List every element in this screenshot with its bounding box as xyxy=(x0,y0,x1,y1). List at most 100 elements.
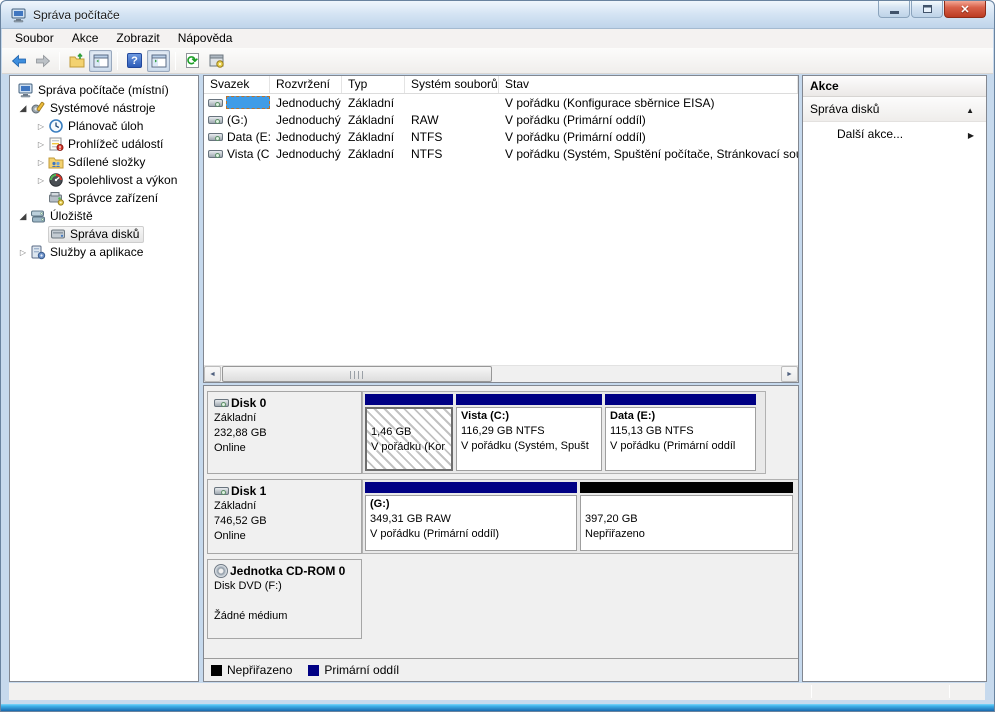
volume-row-data-e[interactable]: Data (E:) Jednoduchý Základní NTFS V poř… xyxy=(204,128,798,145)
disk1-header[interactable]: Disk 1 Základní 746,52 GB Online xyxy=(207,479,362,554)
minimize-icon xyxy=(890,11,899,14)
back-button[interactable] xyxy=(7,50,30,72)
tree-item-spolehlivost-a-vykon[interactable]: ▷ Spolehlivost a výkon xyxy=(10,171,198,189)
disk-icon xyxy=(214,399,229,407)
partition-disk1-unallocated[interactable]: 397,20 GB Nepřiřazeno xyxy=(580,482,793,551)
partition-type-bar xyxy=(365,482,577,493)
column-header-system-souboru[interactable]: Systém souborů xyxy=(405,76,499,93)
partition-disk0-data-e[interactable]: Data (E:) 115,13 GB NTFS V pořádku (Prim… xyxy=(605,394,756,471)
actions-more-item[interactable]: Další akce... ▶ xyxy=(803,122,986,147)
system-tools-icon xyxy=(30,100,48,116)
legend-unallocated: Nepřiřazeno xyxy=(211,663,292,677)
partition-disk0-reserved[interactable]: 1,46 GB V pořádku (Kor xyxy=(365,394,453,471)
expander-expanded-icon[interactable]: ◢ xyxy=(16,103,30,114)
tree-item-prohlizec-udalosti[interactable]: ▷ Prohlížeč událostí xyxy=(10,135,198,153)
volume-icon xyxy=(208,116,223,124)
expander-collapsed-icon[interactable]: ▷ xyxy=(34,176,48,185)
up-folder-button[interactable] xyxy=(65,50,88,72)
forward-icon xyxy=(35,53,51,69)
tree-item-systemove-nastroje[interactable]: ◢ Systémové nástroje xyxy=(10,99,198,117)
partition-disk1-g[interactable]: (G:) 349,31 GB RAW V pořádku (Primární o… xyxy=(365,482,577,551)
partition-disk0-vista-c[interactable]: Vista (C:) 116,29 GB NTFS V pořádku (Sys… xyxy=(456,394,602,471)
volume-row-g[interactable]: (G:) Jednoduchý Základní RAW V pořádku (… xyxy=(204,111,798,128)
expander-collapsed-icon[interactable]: ▷ xyxy=(34,158,48,167)
computer-icon xyxy=(18,82,36,98)
disk0-header[interactable]: Disk 0 Základní 232,88 GB Online xyxy=(207,391,362,474)
primary-partition-swatch xyxy=(308,665,319,676)
column-header-svazek[interactable]: Svazek xyxy=(204,76,270,93)
toolbar: ? ⟳ xyxy=(2,48,993,74)
console-tree-toggle-button[interactable] xyxy=(89,50,112,72)
status-bar xyxy=(9,683,985,700)
tree-item-planovac-uloh[interactable]: ▷ Plánovač úloh xyxy=(10,117,198,135)
column-header-stav[interactable]: Stav xyxy=(499,76,798,93)
shared-folders-icon xyxy=(48,154,66,170)
partition-type-bar xyxy=(456,394,602,405)
forward-button[interactable] xyxy=(31,50,54,72)
expander-collapsed-icon[interactable]: ▷ xyxy=(34,122,48,131)
action-pane-toggle-button[interactable] xyxy=(147,50,170,72)
expander-collapsed-icon[interactable]: ▷ xyxy=(34,140,48,149)
tree-item-uloziste[interactable]: ◢ Úložiště xyxy=(10,207,198,225)
disk-management-icon xyxy=(50,226,68,242)
expander-expanded-icon[interactable]: ◢ xyxy=(16,211,30,222)
task-scheduler-icon xyxy=(48,118,66,134)
column-header-rozvrzeni[interactable]: Rozvržení xyxy=(270,76,342,93)
column-header-typ[interactable]: Typ xyxy=(342,76,405,93)
up-folder-icon xyxy=(69,53,85,69)
horizontal-scrollbar[interactable]: ◄ ► xyxy=(204,365,798,382)
tree-item-sprava-disku[interactable]: Správa disků xyxy=(10,225,198,243)
back-icon xyxy=(11,53,27,69)
status-separator xyxy=(811,685,812,698)
close-button[interactable]: ✕ xyxy=(944,1,986,18)
disk1-partitions: (G:) 349,31 GB RAW V pořádku (Primární o… xyxy=(362,479,799,554)
legend-primary-partition: Primární oddíl xyxy=(308,663,399,677)
toolbar-separator xyxy=(117,52,118,70)
selected-tree-item-box: Správa disků xyxy=(48,226,144,243)
toolbar-separator xyxy=(59,52,60,70)
status-separator xyxy=(949,685,950,698)
cd-icon xyxy=(214,564,228,578)
maximize-icon xyxy=(923,5,932,13)
menu-soubor[interactable]: Soubor xyxy=(6,29,63,48)
refresh-button[interactable]: ⟳ xyxy=(181,50,204,72)
tree-item-sluzby-a-aplikace[interactable]: ▷ Služby a aplikace xyxy=(10,243,198,261)
legend: Nepřiřazeno Primární oddíl xyxy=(204,658,798,681)
menu-akce[interactable]: Akce xyxy=(63,29,108,48)
computer-management-window: Správa počítače ✕ Soubor Akce Zobrazit N… xyxy=(0,0,995,712)
tree-item-sdilene-slozky[interactable]: ▷ Sdílené složky xyxy=(10,153,198,171)
toolbar-separator xyxy=(175,52,176,70)
volume-row-selected[interactable]: Jednoduchý Základní V pořádku (Konfigura… xyxy=(204,94,798,111)
volume-list-header: Svazek Rozvržení Typ Systém souborů Stav xyxy=(204,76,798,94)
close-icon: ✕ xyxy=(960,3,969,16)
maximize-button[interactable] xyxy=(911,1,943,18)
window-controls: ✕ xyxy=(877,1,986,18)
selected-volume-name-box[interactable] xyxy=(226,96,270,109)
collapse-up-icon[interactable]: ▲ xyxy=(966,98,974,123)
console-tree-icon xyxy=(93,53,109,69)
refresh-icon: ⟳ xyxy=(186,53,199,68)
disk-graph-pane: Disk 0 Základní 232,88 GB Online 1,46 GB… xyxy=(203,385,799,682)
unallocated-swatch xyxy=(211,665,222,676)
window-title: Správa počítače xyxy=(33,8,120,22)
submenu-right-icon: ▶ xyxy=(968,123,974,148)
titlebar[interactable]: Správa počítače ✕ xyxy=(1,1,994,29)
minimize-button[interactable] xyxy=(878,1,910,18)
console-properties-button[interactable] xyxy=(205,50,228,72)
menubar: Soubor Akce Zobrazit Nápověda xyxy=(2,29,993,48)
actions-group-sprava-disku[interactable]: Správa disků ▲ xyxy=(803,97,986,122)
cdrom-header[interactable]: Jednotka CD-ROM 0 Disk DVD (F:) Žádné mé… xyxy=(207,559,362,639)
scrollbar-thumb[interactable] xyxy=(222,366,492,382)
scroll-right-button[interactable]: ► xyxy=(781,366,798,382)
app-icon xyxy=(11,7,27,23)
menu-napoveda[interactable]: Nápověda xyxy=(169,29,242,48)
help-button[interactable]: ? xyxy=(123,50,146,72)
volume-row-vista-c[interactable]: Vista (C:) Jednoduchý Základní NTFS V po… xyxy=(204,145,798,162)
actions-pane: Akce Správa disků ▲ Další akce... ▶ xyxy=(802,75,987,682)
expander-collapsed-icon[interactable]: ▷ xyxy=(16,248,30,257)
tree-item-spravce-zarizeni[interactable]: Správce zařízení xyxy=(10,189,198,207)
tree-item-sprava-pocitace[interactable]: Správa počítače (místní) xyxy=(10,81,198,99)
scroll-left-button[interactable]: ◄ xyxy=(204,366,221,382)
menu-zobrazit[interactable]: Zobrazit xyxy=(107,29,168,48)
services-icon xyxy=(30,244,48,260)
